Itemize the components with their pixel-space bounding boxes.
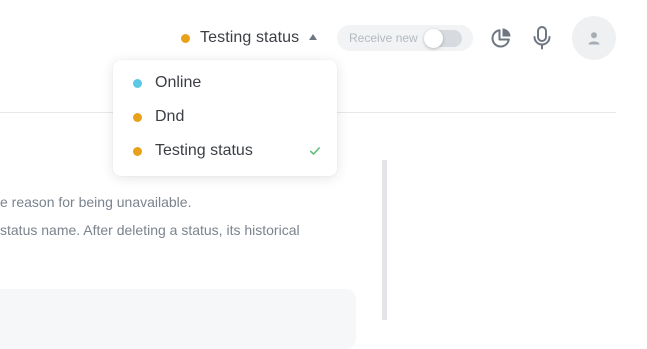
pie-chart-icon[interactable] <box>488 24 514 52</box>
current-status-label: Testing status <box>200 29 300 46</box>
current-status-dot <box>181 33 190 43</box>
status-option-label: Testing status <box>155 142 253 159</box>
content-card <box>0 289 356 349</box>
check-icon <box>310 147 320 155</box>
microphone-icon[interactable] <box>529 24 555 52</box>
status-dropdown-trigger[interactable]: Testing status <box>176 24 318 52</box>
vertical-scrollbar[interactable] <box>382 160 387 320</box>
microphone-icon-svg <box>533 26 551 50</box>
status-option-label: Dnd <box>155 108 185 125</box>
caret-up-icon <box>309 34 318 40</box>
status-option-label: Online <box>155 74 202 91</box>
receive-new-switch[interactable] <box>424 29 462 48</box>
status-dot-testing <box>133 146 142 156</box>
pie-chart-icon-svg <box>491 28 511 48</box>
status-dot-dnd <box>133 112 142 122</box>
status-option-dnd[interactable]: Dnd <box>113 100 337 134</box>
switch-knob <box>424 29 443 48</box>
status-option-testing-status[interactable]: Testing status <box>113 134 337 168</box>
status-option-online[interactable]: Online <box>113 66 337 100</box>
status-description-line-1: e reason for being unavailable. <box>0 194 192 210</box>
receive-new-label: Receive new <box>349 31 418 45</box>
status-dot-online <box>133 78 142 88</box>
avatar[interactable] <box>572 16 616 60</box>
receive-new-toggle[interactable]: Receive new <box>337 25 473 51</box>
user-icon <box>588 32 600 45</box>
status-description-line-2: status name. After deleting a status, it… <box>0 222 300 238</box>
status-menu: Online Dnd Testing status <box>113 60 337 176</box>
